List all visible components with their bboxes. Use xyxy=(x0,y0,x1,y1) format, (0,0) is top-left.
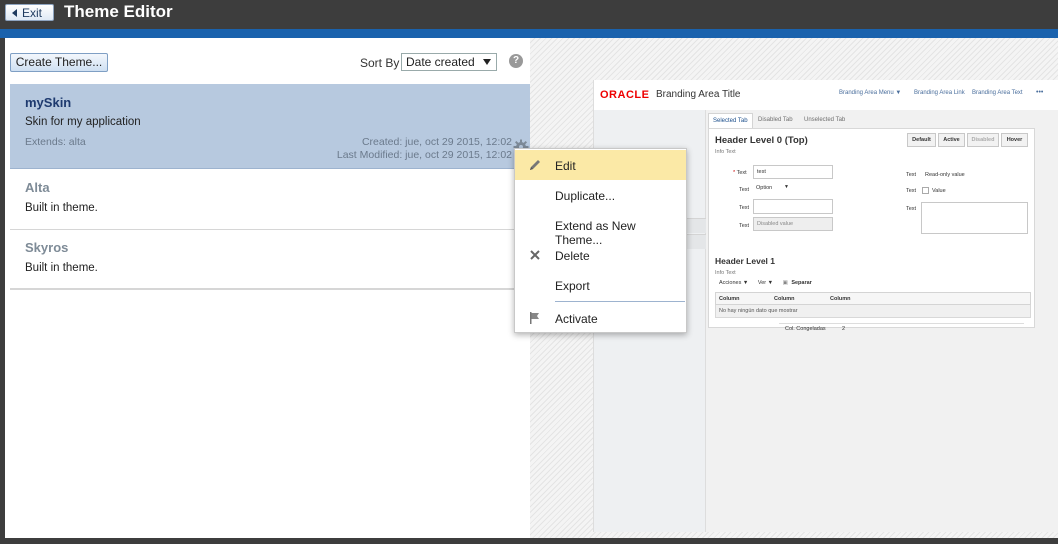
close-icon xyxy=(530,250,540,260)
theme-description: Built in theme. xyxy=(25,262,98,274)
theme-created: Created: jue, oct 29 2015, 12:02 xyxy=(361,136,512,148)
theme-description: Skin for my application xyxy=(25,116,141,128)
top-bar: Exit Theme Editor xyxy=(0,0,1058,29)
preview-empty-input[interactable] xyxy=(753,199,833,214)
preview-branding-bar: ORACLE Branding Area Title Branding Area… xyxy=(594,80,1058,110)
branding-menu[interactable]: Branding Area Menu ▼ xyxy=(839,90,901,96)
theme-item-skyros[interactable]: Skyros Built in theme. xyxy=(10,230,530,290)
preview-frozen-label: Col. Congeladas xyxy=(785,326,826,332)
preview-field-label: * Text xyxy=(733,170,747,176)
preview-field-label: Text xyxy=(739,223,750,229)
preview-default-button[interactable]: Default xyxy=(907,133,936,147)
menu-item-label: Edit xyxy=(555,159,576,173)
preview-field-label: Text xyxy=(906,172,917,178)
preview-textarea[interactable] xyxy=(921,202,1028,234)
theme-item-alta[interactable]: Alta Built in theme. xyxy=(10,170,530,230)
preview-actions-menu[interactable]: Acciones ▼ xyxy=(719,280,748,286)
preview-hover-button[interactable]: Hover xyxy=(1001,133,1028,147)
exit-button[interactable]: Exit xyxy=(5,4,54,21)
preview-view-menu[interactable]: Ver ▼ xyxy=(758,280,773,286)
preview-panel: Header Level 0 (Top) Info Text Default A… xyxy=(708,128,1035,332)
menu-item-activate[interactable]: Activate xyxy=(515,303,686,333)
preview-header-level-0: Header Level 0 (Top) xyxy=(715,135,808,146)
preview-select[interactable]: Option ▼ xyxy=(753,182,791,195)
theme-item-myskin[interactable]: mySkin Skin for my application Extends: … xyxy=(10,84,530,169)
preview-table-footer: Col. Congeladas 2 xyxy=(779,323,1024,335)
preview-disabled-button: Disabled xyxy=(967,133,999,147)
create-theme-button[interactable]: Create Theme... xyxy=(10,53,108,72)
preview-empty-message: No hay ningún dato que mostrar xyxy=(719,308,798,314)
preview-table-header: Column Column Column xyxy=(715,292,1031,305)
flag-icon xyxy=(530,312,539,324)
preview-checkbox[interactable] xyxy=(922,187,929,194)
back-arrow-icon xyxy=(12,8,17,17)
preview-text-input[interactable]: test xyxy=(753,165,833,179)
exit-label: Exit xyxy=(22,5,43,20)
branding-link[interactable]: Branding Area Link xyxy=(914,90,965,96)
bottom-strip xyxy=(0,538,1058,544)
preview-tab-unselected[interactable]: Unselected Tab xyxy=(800,113,849,128)
theme-name: mySkin xyxy=(25,95,72,110)
theme-modified: Last Modified: jue, oct 29 2015, 12:02 xyxy=(336,149,512,161)
more-icon[interactable]: ••• xyxy=(1036,89,1043,96)
preview-field-label: Text xyxy=(906,206,917,212)
theme-context-menu: Edit Duplicate... Extend as New Theme...… xyxy=(514,148,687,333)
preview-field-label: Text xyxy=(739,205,750,211)
preview-info-text: Info Text xyxy=(715,270,736,276)
pencil-icon xyxy=(530,160,540,170)
table-row: No hay ningún dato que mostrar xyxy=(715,305,1031,318)
preview-field-label: Text xyxy=(906,188,917,194)
theme-description: Built in theme. xyxy=(25,202,98,214)
main-area: Create Theme... Sort By Date created ? m… xyxy=(5,38,1058,538)
preview-header-level-1: Header Level 1 xyxy=(715,256,776,266)
preview-tab-selected[interactable]: Selected Tab xyxy=(708,113,753,129)
menu-item-edit[interactable]: Edit xyxy=(515,150,686,180)
menu-item-extend[interactable]: Extend as New Theme... xyxy=(515,210,686,247)
preview-disabled-input: Disabled value xyxy=(753,217,833,231)
preview-table-toolbar: Acciones ▼ Ver ▼ ▣ Separar xyxy=(719,280,812,286)
preview-active-button[interactable]: Active xyxy=(938,133,965,147)
accent-bar xyxy=(0,29,1058,38)
menu-item-export[interactable]: Export xyxy=(515,270,686,300)
preview-detach-button[interactable]: Separar xyxy=(791,280,812,286)
help-icon[interactable]: ? xyxy=(509,54,523,68)
sort-by-select[interactable]: Date created xyxy=(401,53,497,71)
branding-title: Branding Area Title xyxy=(656,89,741,100)
theme-extends: Extends: alta xyxy=(25,136,86,148)
preview-column-header[interactable]: Column xyxy=(774,296,794,302)
menu-item-label: Duplicate... xyxy=(555,189,616,203)
chevron-down-icon xyxy=(483,59,491,65)
menu-item-label: Export xyxy=(555,279,590,293)
preview-column-header[interactable]: Column xyxy=(719,296,739,302)
oracle-logo: ORACLE xyxy=(600,89,650,101)
detach-icon: ▣ xyxy=(782,280,788,286)
theme-list-panel: Create Theme... Sort By Date created ? m… xyxy=(5,38,530,538)
preview-field-label: Text xyxy=(739,187,750,193)
menu-item-delete[interactable]: Delete xyxy=(515,240,686,270)
preview-tab-disabled: Disabled Tab xyxy=(758,117,793,123)
preview-checkbox-label: Value xyxy=(932,188,946,194)
menu-separator xyxy=(555,301,685,302)
sort-by-value: Date created xyxy=(406,55,475,69)
preview-readonly-value: Read-only value xyxy=(925,172,965,178)
menu-item-label: Activate xyxy=(555,312,598,326)
page-title: Theme Editor xyxy=(64,2,173,21)
menu-item-duplicate[interactable]: Duplicate... xyxy=(515,180,686,210)
preview-info-text: Info Text xyxy=(715,149,736,155)
preview-column-header[interactable]: Column xyxy=(830,296,850,302)
theme-name: Skyros xyxy=(25,240,69,255)
menu-item-label: Delete xyxy=(555,249,590,263)
sort-by-label: Sort By xyxy=(360,56,400,70)
branding-text: Branding Area Text xyxy=(972,90,1023,96)
preview-frozen-value: 2 xyxy=(842,326,846,332)
theme-name: Alta xyxy=(25,180,50,195)
